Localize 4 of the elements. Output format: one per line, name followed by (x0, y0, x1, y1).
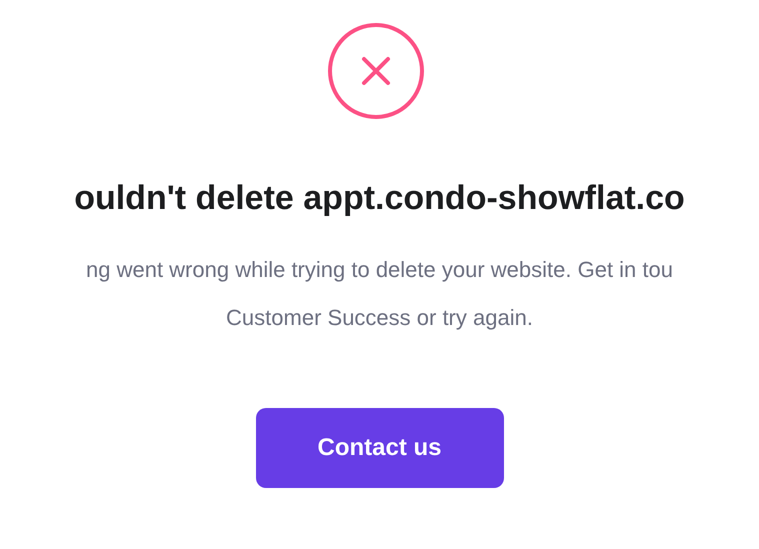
error-heading: ouldn't delete appt.condo-showflat.co (74, 178, 685, 219)
error-message: ng went wrong while trying to delete your website. Get in tou (86, 256, 673, 284)
error-message: Customer Success or try again. (226, 304, 533, 332)
contact-us-button[interactable]: Contact us (256, 408, 504, 488)
